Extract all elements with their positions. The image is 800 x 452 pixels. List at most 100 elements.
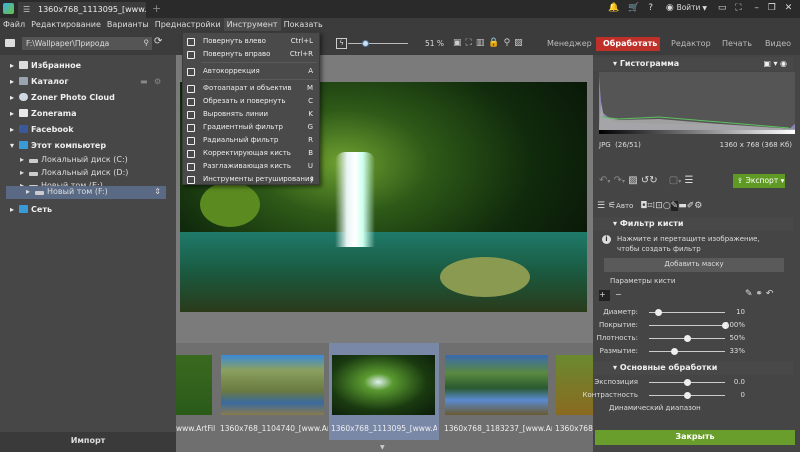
star-icon xyxy=(19,61,29,69)
tree-zoner-cloud[interactable]: ▸ Zoner Photo Cloud xyxy=(0,90,176,106)
adjustment-brush-icon xyxy=(187,150,195,158)
mode-manager[interactable]: Менеджер xyxy=(540,37,599,51)
help-icon[interactable]: ? xyxy=(648,3,653,13)
user-icon[interactable]: ◉ xyxy=(666,3,674,13)
gradient-icon[interactable]: ⊡ xyxy=(655,201,663,211)
rotate-left-icon[interactable]: ↺ xyxy=(641,175,649,186)
image-icon[interactable]: ▨ xyxy=(628,175,637,186)
param-slider[interactable] xyxy=(649,351,725,352)
auto-button[interactable]: Авто xyxy=(616,202,633,210)
compare-icon[interactable]: ▥ xyxy=(476,38,489,48)
lock-icon[interactable]: 🔒 xyxy=(488,38,503,48)
param-slider-knob[interactable] xyxy=(655,309,663,316)
mode-editor[interactable]: Редактор xyxy=(664,37,718,51)
fullscreen-icon[interactable]: ⛶ xyxy=(735,3,741,13)
tree-drive-c[interactable]: ▸ Локальный диск (C:) xyxy=(0,154,176,167)
menu-item-retouch-tools[interactable]: Инструменты ретуширования J xyxy=(183,174,319,186)
zoom-slider-track[interactable] xyxy=(348,43,408,44)
redo-icon[interactable]: ↷ xyxy=(614,175,622,186)
reset-icon[interactable]: ↶ xyxy=(766,289,774,299)
smoothing-icon[interactable]: ▬ xyxy=(678,201,687,211)
search-icon[interactable]: ⚲ xyxy=(144,38,150,47)
thumbnail[interactable] xyxy=(332,355,435,415)
zoom-slider-knob[interactable] xyxy=(362,40,369,47)
mode-develop[interactable]: Обработать xyxy=(596,37,660,51)
param-slider-knob[interactable] xyxy=(671,348,679,355)
add-folder-icon[interactable]: ▬ xyxy=(140,77,148,86)
settings-icon[interactable]: ⚙ xyxy=(154,77,161,86)
param-slider[interactable] xyxy=(649,325,725,326)
menu-variants[interactable]: Варианты xyxy=(104,18,152,31)
batch-icon[interactable]: ☰ xyxy=(684,175,693,186)
menu-edit[interactable]: Редактирование xyxy=(28,18,104,31)
fit-icon[interactable]: ⛶ xyxy=(466,38,476,48)
menu-item-autocorrect[interactable]: Автокоррекция A xyxy=(183,66,319,78)
actual-size-icon[interactable]: ▣ xyxy=(453,38,466,48)
filmstrip-collapse-icon[interactable]: ▼ xyxy=(380,444,385,451)
gear-icon[interactable]: ⚙ xyxy=(694,201,702,211)
brush-add-icon[interactable]: + xyxy=(599,290,610,301)
tree-network[interactable]: ▸ Сеть xyxy=(0,202,176,218)
menu-file[interactable]: Файл xyxy=(0,18,28,31)
tree-catalog[interactable]: ▸ Каталог ▬ ⚙ xyxy=(0,74,176,90)
tree-zonerama[interactable]: ▸ Zonerama xyxy=(0,106,176,122)
export-button[interactable]: ⇪ Экспорт ▾ xyxy=(733,174,785,188)
param-slider-knob[interactable] xyxy=(684,335,691,342)
menu-item-rotate-left[interactable]: Повернуть влево Ctrl+L xyxy=(183,36,319,48)
menu-item-rotate-right[interactable]: Повернуть вправо Ctrl+R xyxy=(183,49,319,61)
flash-icon[interactable]: ϟ xyxy=(336,38,347,49)
menu-view[interactable]: Показать xyxy=(281,18,326,31)
path-input[interactable]: F:\Wallpaper\Природа ⚲ xyxy=(22,37,152,50)
refresh-icon[interactable]: ⟳ xyxy=(154,36,162,47)
minimize-button[interactable]: – xyxy=(754,3,759,13)
close-window-button[interactable]: ✕ xyxy=(785,3,793,13)
radial-icon[interactable]: ○ xyxy=(663,201,671,211)
zoom-tool-icon[interactable]: ⚲ xyxy=(504,38,515,48)
mode-print[interactable]: Печать xyxy=(715,37,759,51)
param-slider-knob[interactable] xyxy=(684,392,691,399)
param-slider-knob[interactable] xyxy=(684,379,691,386)
menu-presets[interactable]: Преднастройки xyxy=(152,18,224,31)
menu-item-smoothing-brush[interactable]: Разглаживающая кисть U xyxy=(183,161,319,173)
tree-favorites[interactable]: ▸ Избранное xyxy=(0,58,176,74)
histogram-options-icon[interactable]: ▣ ▾ ◉ xyxy=(763,59,787,68)
tree-facebook[interactable]: ▸ Facebook xyxy=(0,122,176,138)
tree-drive-d[interactable]: ▸ Локальный диск (D:) xyxy=(0,167,176,180)
brush-color-icon[interactable]: ✎ xyxy=(745,289,753,299)
auto-wand-icon[interactable]: ⚟ xyxy=(608,201,616,211)
brush-erase-icon[interactable]: − xyxy=(615,290,622,299)
menu-item-gradient-filter[interactable]: Градиентный фильтр G xyxy=(183,122,319,134)
menu-item-crop-rotate[interactable]: Обрезать и повернуть C xyxy=(183,96,319,108)
close-button[interactable]: Закрыть xyxy=(595,430,795,445)
cart-icon[interactable]: 🛒 xyxy=(628,3,639,13)
tree-drive-f[interactable]: ▸ Новый том (F:) ⇕ xyxy=(6,186,166,199)
basic-adjustments-header[interactable]: ▾ Основные обработки xyxy=(593,361,793,375)
thumbnail[interactable] xyxy=(445,355,548,415)
login-button[interactable]: Войти xyxy=(677,3,701,12)
menu-item-camera-lens[interactable]: Фотоапарат и объектив M xyxy=(183,83,319,95)
monitor-icon[interactable]: ▭ xyxy=(718,3,727,13)
menu-item-radial-filter[interactable]: Радиальный фильтр R xyxy=(183,135,319,147)
rotate-right-icon[interactable]: ↻ xyxy=(649,175,657,186)
maximize-button[interactable]: ❐ xyxy=(768,3,776,13)
folder-up-icon[interactable] xyxy=(5,39,15,47)
histogram-header[interactable]: ▾ Гистограмма ▣ ▾ ◉ xyxy=(593,57,793,71)
sliders-icon[interactable]: ☰ xyxy=(597,201,605,211)
tree-this-pc[interactable]: ▾ Этот компьютер xyxy=(0,138,176,154)
document-tab[interactable]: ☰ 1360x768_1113095_[www.A... xyxy=(18,2,146,18)
sort-icon[interactable]: ⇕ xyxy=(154,187,161,196)
image-settings-icon[interactable]: ▨ xyxy=(514,38,527,48)
save-icon[interactable]: ▢ xyxy=(669,175,678,186)
thumbnail[interactable] xyxy=(221,355,324,415)
menu-tool[interactable]: Инструмент xyxy=(223,18,281,31)
thumbnail[interactable] xyxy=(176,355,212,415)
menu-item-adjustment-brush[interactable]: Корректирующая кисть B xyxy=(183,148,319,160)
menu-item-straighten[interactable]: Выровнять линии K xyxy=(183,109,319,121)
brush-filter-header[interactable]: ▾ Фильтр кисти xyxy=(593,217,793,231)
link-icon[interactable]: ⚭ xyxy=(755,289,763,299)
new-tab-button[interactable]: + xyxy=(152,2,161,15)
bell-icon[interactable]: 🔔 xyxy=(608,3,619,13)
mode-video[interactable]: Видео xyxy=(758,37,798,51)
import-button[interactable]: Импорт xyxy=(0,432,176,452)
add-mask-button[interactable]: Добавить маску xyxy=(604,258,784,272)
